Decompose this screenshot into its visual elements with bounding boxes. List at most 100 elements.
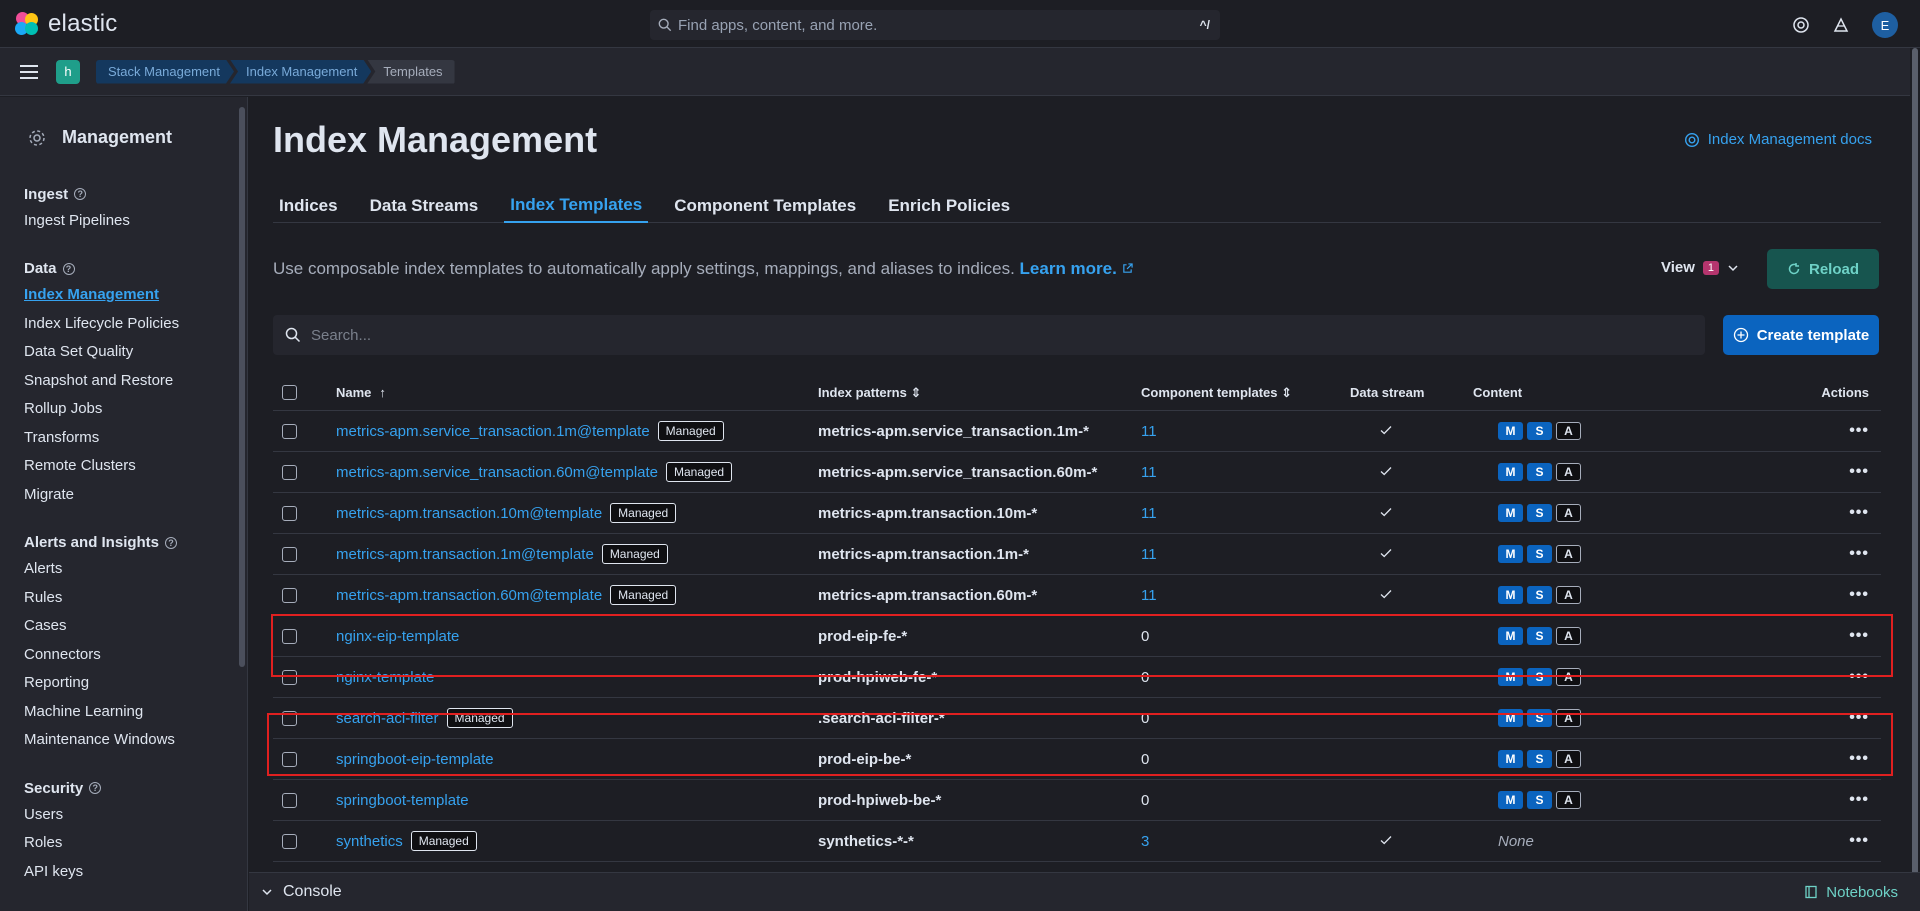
global-search-input[interactable]: Find apps, content, and more. ^/ xyxy=(650,10,1220,40)
sidebar-item-migrate[interactable]: Migrate xyxy=(24,480,247,509)
sidenav-scrollbar[interactable] xyxy=(239,107,245,667)
sidebar-item-reporting[interactable]: Reporting xyxy=(24,669,247,698)
elastic-logo[interactable]: elastic xyxy=(14,10,117,38)
view-filter-button[interactable]: View 1 xyxy=(1661,259,1739,276)
component-count-cell[interactable]: 11 xyxy=(1141,546,1157,563)
breadcrumb-stack-management[interactable]: Stack Management xyxy=(96,60,234,84)
table-row[interactable]: metrics-apm.transaction.60m@template Mana… xyxy=(273,575,1881,616)
tab-index-templates[interactable]: Index Templates xyxy=(504,189,649,223)
sidebar-item-maintenance-windows[interactable]: Maintenance Windows xyxy=(24,726,247,755)
column-header-component-templates[interactable]: Component templates ⇕ xyxy=(1141,385,1292,401)
chevron-down-icon xyxy=(262,889,272,896)
breadcrumb-index-management[interactable]: Index Management xyxy=(230,60,371,84)
row-checkbox[interactable] xyxy=(282,505,297,521)
reload-label: Reload xyxy=(1808,260,1859,278)
sidebar-item-remote-clusters[interactable]: Remote Clusters xyxy=(24,452,247,481)
sidebar-item-api-keys[interactable]: API keys xyxy=(24,857,247,886)
sidebar-item-rules[interactable]: Rules xyxy=(24,583,247,612)
space-avatar[interactable]: h xyxy=(56,59,80,84)
template-name-link[interactable]: metrics-apm.service_transaction.60m@temp… xyxy=(336,464,658,481)
sort-ascending-icon: ↑ xyxy=(379,385,386,400)
row-checkbox[interactable] xyxy=(282,792,297,808)
learn-more-link[interactable]: Learn more. xyxy=(1020,259,1117,278)
row-checkbox[interactable] xyxy=(282,546,297,562)
mappings-badge: M xyxy=(1498,545,1523,563)
mappings-badge: M xyxy=(1498,586,1523,604)
component-count-cell[interactable]: 11 xyxy=(1141,587,1157,604)
row-actions-icon[interactable]: ••• xyxy=(1849,422,1869,440)
sidenav-section-security: Security? Users Roles API keys xyxy=(24,776,247,886)
console-toggle[interactable]: Console xyxy=(261,883,342,901)
row-actions-icon[interactable]: ••• xyxy=(1849,463,1869,481)
help-icon[interactable]: ? xyxy=(62,262,75,275)
page-scrollbar[interactable] xyxy=(1910,48,1920,911)
sidebar-item-roles[interactable]: Roles xyxy=(24,829,247,858)
sidebar-item-transforms[interactable]: Transforms xyxy=(24,423,247,452)
template-name-link[interactable]: synthetics xyxy=(336,833,403,850)
template-name-link[interactable]: metrics-apm.transaction.60m@template xyxy=(336,587,602,604)
sidebar-item-index-management[interactable]: Index Management xyxy=(24,281,247,310)
row-actions-icon[interactable]: ••• xyxy=(1849,586,1869,604)
template-name-cell: metrics-apm.transaction.1m@template Manag… xyxy=(336,544,668,564)
column-header-name[interactable]: Name ↑ xyxy=(336,385,386,400)
row-checkbox[interactable] xyxy=(282,423,297,439)
select-all-checkbox[interactable] xyxy=(282,385,297,400)
help-icon[interactable]: ? xyxy=(74,188,87,200)
row-actions-icon[interactable]: ••• xyxy=(1849,504,1869,522)
row-actions-icon[interactable]: ••• xyxy=(1849,791,1869,809)
help-icon[interactable]: ? xyxy=(89,782,102,794)
table-row[interactable]: metrics-apm.service_transaction.1m@templ… xyxy=(273,411,1881,452)
sidebar-item-rollup-jobs[interactable]: Rollup Jobs xyxy=(24,395,247,424)
breadcrumb-bar: h Stack Management Index Management Temp… xyxy=(0,48,1920,96)
template-name-link[interactable]: metrics-apm.transaction.1m@template xyxy=(336,546,594,563)
gear-icon xyxy=(29,129,45,146)
reload-button[interactable]: Reload xyxy=(1767,249,1879,289)
sidebar-item-data-set-quality[interactable]: Data Set Quality xyxy=(24,338,247,367)
aliases-badge: A xyxy=(1556,586,1581,604)
row-checkbox[interactable] xyxy=(282,587,297,603)
component-count-cell[interactable]: 3 xyxy=(1141,833,1149,850)
component-count-cell[interactable]: 11 xyxy=(1141,464,1157,481)
sidebar-item-cases[interactable]: Cases xyxy=(24,612,247,641)
table-row[interactable]: metrics-apm.service_transaction.60m@temp… xyxy=(273,452,1881,493)
table-row[interactable]: metrics-apm.transaction.1m@template Manag… xyxy=(273,534,1881,575)
notebooks-button[interactable]: Notebooks xyxy=(1804,884,1898,901)
sidebar-item-ingest-pipelines[interactable]: Ingest Pipelines xyxy=(24,206,247,235)
row-checkbox[interactable] xyxy=(282,833,297,849)
tab-enrich-policies[interactable]: Enrich Policies xyxy=(882,189,1016,223)
tab-component-templates[interactable]: Component Templates xyxy=(668,189,862,223)
template-search-input[interactable]: Search... xyxy=(273,315,1705,355)
table-row[interactable]: springboot-template prod-hpiweb-be-* 0 M S A •… xyxy=(273,780,1881,821)
news-feed-icon[interactable] xyxy=(1832,16,1850,34)
user-avatar[interactable]: E xyxy=(1872,12,1898,38)
tab-data-streams[interactable]: Data Streams xyxy=(364,189,485,223)
menu-toggle-icon[interactable] xyxy=(20,61,38,83)
sidebar-item-connectors[interactable]: Connectors xyxy=(24,640,247,669)
sidenav-section-title: Ingest xyxy=(24,185,69,203)
managed-badge: Managed xyxy=(601,544,668,564)
tab-indices[interactable]: Indices xyxy=(273,189,344,223)
create-template-label: Create template xyxy=(1756,326,1870,344)
column-header-index-patterns[interactable]: Index patterns ⇕ xyxy=(818,385,921,401)
content-none: None xyxy=(1498,832,1534,850)
tab-bar: Indices Data Streams Index Templates Com… xyxy=(273,189,1881,223)
sidebar-item-index-lifecycle-policies[interactable]: Index Lifecycle Policies xyxy=(24,309,247,338)
help-icon[interactable] xyxy=(1792,16,1810,34)
component-count-cell[interactable]: 11 xyxy=(1141,505,1157,522)
create-template-button[interactable]: Create template xyxy=(1723,315,1879,355)
table-row[interactable]: metrics-apm.transaction.10m@template Mana… xyxy=(273,493,1881,534)
help-icon[interactable]: ? xyxy=(165,536,178,549)
docs-link[interactable]: Index Management docs xyxy=(1684,131,1872,148)
row-checkbox[interactable] xyxy=(282,464,297,480)
component-count-cell[interactable]: 11 xyxy=(1141,423,1157,440)
sidebar-item-alerts[interactable]: Alerts xyxy=(24,555,247,584)
template-name-link[interactable]: springboot-template xyxy=(336,792,469,809)
template-name-link[interactable]: metrics-apm.service_transaction.1m@templ… xyxy=(336,423,650,440)
row-actions-icon[interactable]: ••• xyxy=(1849,832,1869,850)
row-actions-icon[interactable]: ••• xyxy=(1849,545,1869,563)
sidebar-item-users[interactable]: Users xyxy=(24,800,247,829)
sidebar-item-snapshot-and-restore[interactable]: Snapshot and Restore xyxy=(24,366,247,395)
table-row[interactable]: synthetics Managed synthetics-*-* 3 None ••• xyxy=(273,821,1881,862)
sidebar-item-machine-learning[interactable]: Machine Learning xyxy=(24,697,247,726)
template-name-link[interactable]: metrics-apm.transaction.10m@template xyxy=(336,505,602,522)
